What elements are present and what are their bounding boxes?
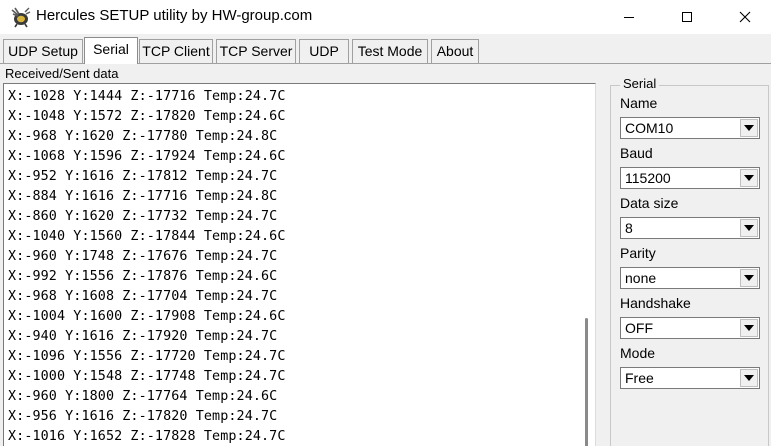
received-line: X:-1016 Y:1652 Z:-17828 Temp:24.7C xyxy=(8,429,286,444)
mode-value: Free xyxy=(625,370,654,386)
maximize-icon xyxy=(682,12,692,22)
parity-label: Parity xyxy=(620,245,656,261)
title-bar[interactable]: Hercules SETUP utility by HW-group.com xyxy=(0,0,771,34)
parity-select[interactable]: none xyxy=(620,267,760,289)
tab-bar: UDP Setup Serial TCP Client TCP Server U… xyxy=(0,34,771,64)
received-line: X:-1000 Y:1548 Z:-17748 Temp:24.7C xyxy=(8,369,286,384)
received-line: X:-1028 Y:1444 Z:-17716 Temp:24.7C xyxy=(8,89,286,104)
mode-select[interactable]: Free xyxy=(620,367,760,389)
received-lines: X:-1028 Y:1444 Z:-17716 Temp:24.7C X:-104… xyxy=(8,87,286,446)
received-line: X:-860 Y:1620 Z:-17732 Temp:24.7C xyxy=(8,209,278,224)
received-sent-label: Received/Sent data xyxy=(5,66,119,81)
received-line: X:-992 Y:1556 Z:-17876 Temp:24.6C xyxy=(8,269,278,284)
baud-value: 115200 xyxy=(625,170,671,186)
serial-settings-group xyxy=(610,85,769,446)
parity-value: none xyxy=(625,270,657,286)
received-line: X:-968 Y:1620 Z:-17780 Temp:24.8C xyxy=(8,129,278,144)
minimize-icon xyxy=(624,17,634,18)
received-line: X:-952 Y:1616 Z:-17812 Temp:24.7C xyxy=(8,169,278,184)
received-line: X:-1048 Y:1572 Z:-17820 Temp:24.6C xyxy=(8,109,286,124)
received-line: X:-1004 Y:1600 Z:-17908 Temp:24.6C xyxy=(8,309,286,324)
handshake-value: OFF xyxy=(625,320,653,336)
received-line: X:-1068 Y:1596 Z:-17924 Temp:24.6C xyxy=(8,149,286,164)
port-name-select[interactable]: COM10 xyxy=(620,117,760,139)
chevron-down-icon[interactable] xyxy=(740,169,758,187)
received-line: X:-940 Y:1616 Z:-17920 Temp:24.7C xyxy=(8,329,278,344)
received-line: X:-956 Y:1616 Z:-17820 Temp:24.7C xyxy=(8,409,278,424)
data-size-label: Data size xyxy=(620,195,679,211)
received-line: X:-960 Y:1748 Z:-17676 Temp:24.7C xyxy=(8,249,278,264)
received-line: X:-1040 Y:1560 Z:-17844 Temp:24.6C xyxy=(8,229,286,244)
tab-tcp-client[interactable]: TCP Client xyxy=(139,39,213,63)
serial-group-label: Serial xyxy=(620,76,660,91)
tab-udp-setup[interactable]: UDP Setup xyxy=(3,39,83,63)
chevron-down-icon[interactable] xyxy=(740,269,758,287)
name-label: Name xyxy=(620,95,658,111)
chevron-down-icon[interactable] xyxy=(740,219,758,237)
maximize-button[interactable] xyxy=(658,0,716,34)
baud-label: Baud xyxy=(620,145,653,161)
data-size-value: 8 xyxy=(625,220,633,236)
data-size-select[interactable]: 8 xyxy=(620,217,760,239)
close-button[interactable] xyxy=(716,0,771,34)
tab-tcp-server[interactable]: TCP Server xyxy=(216,39,296,63)
tab-test-mode[interactable]: Test Mode xyxy=(352,39,428,63)
handshake-select[interactable]: OFF xyxy=(620,317,760,339)
close-icon xyxy=(739,11,751,23)
hercules-app-icon[interactable] xyxy=(9,6,31,28)
window-title: Hercules SETUP utility by HW-group.com xyxy=(36,7,313,24)
received-line: X:-968 Y:1608 Z:-17704 Temp:24.7C xyxy=(8,289,278,304)
received-line: X:-884 Y:1616 Z:-17716 Temp:24.8C xyxy=(8,189,278,204)
minimize-button[interactable] xyxy=(600,0,658,34)
chevron-down-icon[interactable] xyxy=(740,369,758,387)
received-line: X:-960 Y:1800 Z:-17764 Temp:24.6C xyxy=(8,389,278,404)
mode-label: Mode xyxy=(620,345,656,361)
baud-select[interactable]: 115200 xyxy=(620,167,760,189)
chevron-down-icon[interactable] xyxy=(740,119,758,137)
tab-udp[interactable]: UDP xyxy=(299,39,349,63)
handshake-label: Handshake xyxy=(620,295,691,311)
tab-serial[interactable]: Serial xyxy=(84,37,138,64)
scrollbar-thumb[interactable] xyxy=(585,318,588,446)
received-data-textarea[interactable]: X:-1028 Y:1444 Z:-17716 Temp:24.7C X:-104… xyxy=(3,83,596,446)
chevron-down-icon[interactable] xyxy=(740,319,758,337)
tab-about[interactable]: About xyxy=(431,39,479,63)
port-name-value: COM10 xyxy=(625,120,674,136)
received-line: X:-1096 Y:1556 Z:-17720 Temp:24.7C xyxy=(8,349,286,364)
vertical-scrollbar[interactable] xyxy=(579,84,595,446)
